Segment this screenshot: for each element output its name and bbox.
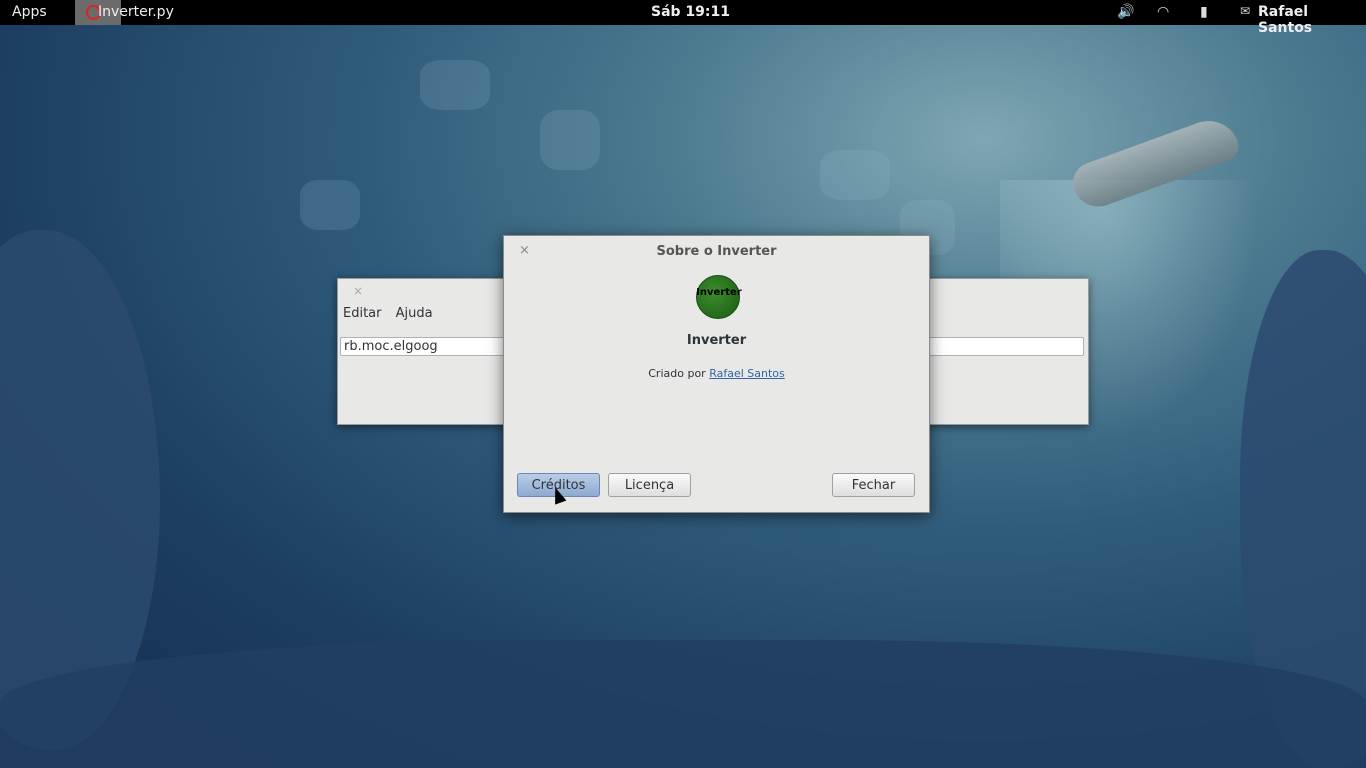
author-link[interactable]: Rafael Santos	[709, 367, 785, 380]
app-name: Inverter	[686, 333, 747, 348]
dialog-title: Sobre o Inverter	[656, 244, 777, 259]
wallpaper-stone	[420, 60, 490, 110]
created-by-label: Criado por	[648, 367, 706, 380]
wallpaper-stone	[540, 110, 600, 170]
menu-bar: Editar Ajuda	[343, 306, 443, 321]
user-status-icon: ✉	[1240, 4, 1251, 18]
user-menu[interactable]: Rafael Santos	[1258, 4, 1366, 36]
apps-button[interactable]: Apps	[12, 4, 47, 20]
clock[interactable]: Sáb 19:11	[651, 4, 730, 20]
wifi-icon[interactable]: ◠	[1157, 4, 1169, 20]
close-icon[interactable]: ×	[353, 284, 363, 298]
active-app-title[interactable]: Inverter.py	[98, 4, 174, 20]
logo-text: Inverter	[696, 287, 742, 298]
top-bar: Apps Inverter.py Sáb 19:11 🔊 ◠ ▮ ✉ Rafae…	[0, 0, 1366, 36]
app-logo: Inverter	[696, 275, 742, 319]
battery-icon[interactable]: ▮	[1200, 4, 1208, 20]
created-by: Criado por Rafael Santos	[504, 367, 929, 380]
about-dialog: × Sobre o Inverter Inverter Inverter Cri…	[503, 235, 930, 513]
wallpaper-stone	[300, 180, 360, 230]
menu-ajuda[interactable]: Ajuda	[396, 306, 433, 321]
speaker-icon[interactable]: 🔊	[1117, 4, 1134, 20]
wallpaper-stone	[820, 150, 890, 200]
license-button[interactable]: Licença	[608, 473, 691, 497]
menu-editar[interactable]: Editar	[343, 306, 382, 321]
close-button[interactable]: Fechar	[832, 473, 915, 497]
wallpaper-rock-floor	[0, 640, 1366, 768]
